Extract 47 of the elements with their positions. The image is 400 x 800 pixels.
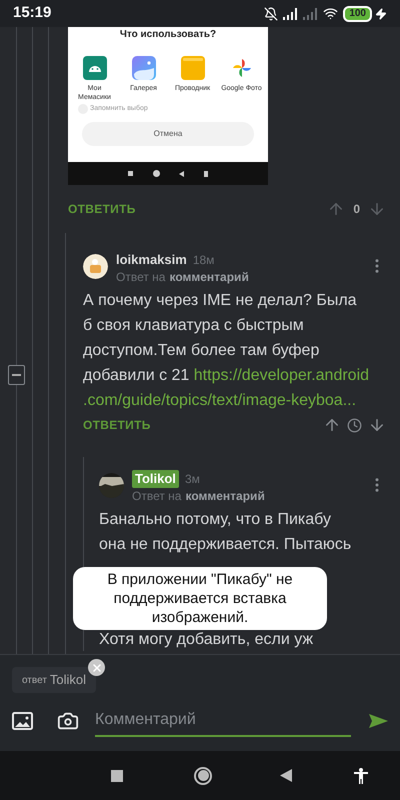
reply-button[interactable]: ОТВЕТИТЬ: [83, 416, 151, 434]
clock-icon[interactable]: [347, 418, 362, 432]
comment-time: 18м: [192, 252, 214, 269]
author-name[interactable]: loikmaksim: [116, 251, 187, 269]
rating: 0: [353, 201, 360, 218]
clock-time: 15:19: [13, 3, 52, 24]
avatar[interactable]: [83, 254, 108, 279]
comment-text: А почему через IME не делал? Была б своя клавиатура с быстрым доступом.Тем более там буфер добавили с 21 https://developer.android .com/guide/topics/text/image-keyboa...: [83, 291, 370, 411]
reply-target-link[interactable]: комментарий: [185, 488, 265, 504]
recents-button[interactable]: [111, 770, 123, 782]
comment-time: 3м: [184, 471, 200, 488]
author-name[interactable]: Tolikol: [132, 470, 179, 488]
image-icon[interactable]: [12, 712, 33, 730]
reply-to-label: Ответ на: [116, 269, 166, 285]
close-button[interactable]: [88, 659, 105, 676]
reply-chip-label: ответ: [22, 674, 47, 688]
reply-target-link[interactable]: комментарий: [169, 269, 249, 285]
home-button[interactable]: [194, 766, 212, 784]
battery-indicator: 100: [343, 6, 372, 22]
mute-icon: [264, 6, 278, 20]
gallery-app-icon: [132, 56, 156, 80]
camera-icon[interactable]: [57, 710, 79, 732]
folder-app-icon: [180, 56, 204, 80]
accessibility-icon[interactable]: [354, 768, 368, 784]
wifi-icon: [323, 6, 338, 21]
dialog-title: Что использовать?: [120, 28, 216, 42]
upvote-icon[interactable]: [323, 416, 341, 434]
send-icon[interactable]: [369, 714, 388, 728]
link[interactable]: .com/guide/topics/text/image-keyboa...: [83, 392, 356, 409]
comment-text: Хотя могу добавить, если уж: [99, 630, 314, 650]
charging-icon: [375, 8, 387, 20]
downvote-icon[interactable]: [368, 416, 386, 434]
reply-to-label: Ответ на: [132, 488, 182, 504]
link[interactable]: https://developer.android: [194, 367, 370, 384]
signal-icon: [303, 8, 318, 20]
close-icon: [90, 662, 102, 674]
reply-chip-name: Tolikol: [50, 671, 86, 690]
android-app-icon: [82, 56, 106, 80]
reply-button[interactable]: ОТВЕТИТЬ: [68, 200, 136, 218]
comment-text: Банально потому, что в Пикабу она не поддерживается. Пытаюсь: [99, 510, 352, 555]
avatar[interactable]: [99, 473, 124, 498]
back-button[interactable]: [280, 769, 292, 782]
collapse-button[interactable]: [8, 365, 25, 385]
comment-input[interactable]: Комментарий: [95, 705, 351, 737]
signal-icon: [283, 8, 298, 20]
cancel-button[interactable]: Отмена: [82, 122, 254, 146]
toast-message: В приложении "Пикабу" не поддерживается вставка изображений.: [106, 570, 294, 627]
